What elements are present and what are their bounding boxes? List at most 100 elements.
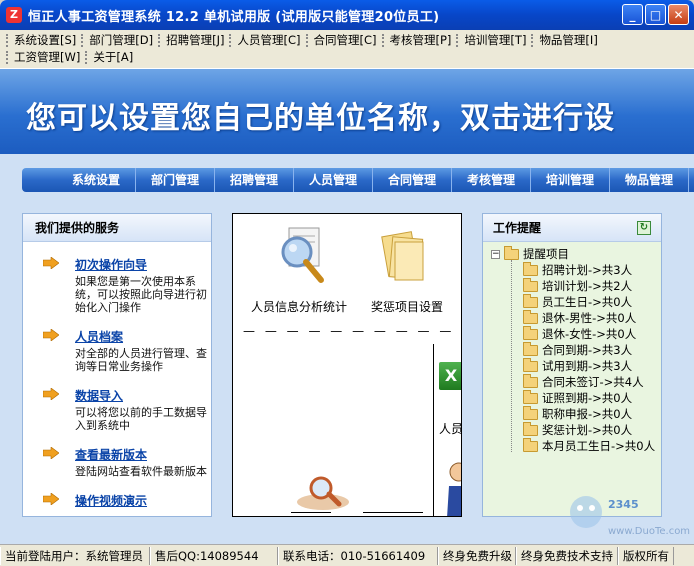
maximize-icon: □ <box>649 7 662 22</box>
service-item: 操作视频演示 <box>43 492 211 509</box>
nav-tab[interactable]: 部门管理 <box>136 168 215 192</box>
menu-item[interactable]: 物品管理[I] <box>531 34 602 47</box>
folder-icon <box>523 373 538 388</box>
menu-item[interactable]: 部门管理[D] <box>81 34 158 47</box>
tree-root-node[interactable]: − 提醒项目 <box>491 245 569 262</box>
maximize-button[interactable]: □ <box>645 4 666 25</box>
nav-tab[interactable]: 物品管理 <box>610 168 689 192</box>
service-link[interactable]: 人员档案 <box>75 328 211 345</box>
arrow-right-icon <box>43 257 59 269</box>
excel-icon[interactable]: X <box>439 362 461 390</box>
watermark-logo: 2345 www.DuoTe.com <box>556 486 694 544</box>
unit-name-banner[interactable]: 您可以设置您自己的单位名称，双击进行设 <box>0 68 694 154</box>
status-support: 终身免费技术支持 <box>516 546 618 565</box>
reminder-label: 本月员工生日->共0人 <box>542 439 656 453</box>
reminder-item[interactable]: 退休-男性->共0人 <box>523 309 655 326</box>
service-item: 初次操作向导如果您是第一次使用本系统，可以按照此向导进行初始化入门操作 <box>43 256 211 314</box>
folder-icon <box>523 277 538 292</box>
folder-icon <box>523 405 538 420</box>
nav-tab[interactable]: 培训管理 <box>531 168 610 192</box>
reminder-item[interactable]: 证照到期->共0人 <box>523 389 655 406</box>
module-nav-bar: 系统设置 部门管理 招聘管理 人员管理 合同管理 考核管理 培训管理 物品管理 <box>22 168 694 192</box>
person-partial-label[interactable]: 人员 <box>439 420 461 437</box>
folder-icon <box>523 309 538 324</box>
nav-tab[interactable]: 合同管理 <box>373 168 452 192</box>
reminder-item[interactable]: 合同未签订->共4人 <box>523 373 655 390</box>
app-icon: Z <box>6 7 22 23</box>
service-item: 数据导入可以将您以前的手工数据导入到系统中 <box>43 387 211 432</box>
status-copyright: 版权所有 <box>618 546 674 565</box>
reminder-label: 退休-男性->共0人 <box>542 311 637 325</box>
reward-punish-icon[interactable] <box>373 230 433 286</box>
reminder-label: 奖惩计划->共0人 <box>542 423 633 437</box>
reminder-label: 员工生日->共0人 <box>542 295 633 309</box>
services-list: 初次操作向导如果您是第一次使用本系统，可以按照此向导进行初始化入门操作人员档案对… <box>23 256 211 509</box>
service-item: 人员档案 对全部的人员进行管理、查询等日常业务操作 <box>43 328 211 373</box>
menu-item[interactable]: 考核管理[P] <box>381 34 457 47</box>
folder-icon <box>523 293 538 308</box>
service-link[interactable]: 数据导入 <box>75 387 211 404</box>
work-reminder-title-text: 工作提醒 <box>493 221 542 235</box>
reminder-item[interactable]: 试用到期->共3人 <box>523 357 655 374</box>
menu-item[interactable]: 招聘管理[J] <box>158 34 229 47</box>
work-reminder-panel: 工作提醒 ↻ − 提醒项目 招聘计划->共3人 培训计划->共2人 员工生日->共0… <box>482 213 662 517</box>
reminder-item[interactable]: 员工生日->共0人 <box>523 293 655 310</box>
menu-row-2: 工资管理[W] 关于[A] <box>6 49 694 66</box>
statistics-icon[interactable] <box>275 226 331 288</box>
reminder-item[interactable]: 培训计划->共2人 <box>523 277 655 294</box>
close-icon: ✕ <box>673 7 684 22</box>
nav-tab[interactable]: 人员管理 <box>294 168 373 192</box>
title-bar[interactable]: Z 恒正人事工资管理系统 12.2 单机试用版 (试用版只能管理20位员工) _… <box>0 0 694 30</box>
menu-item[interactable]: 工资管理[W] <box>6 51 85 64</box>
reminder-item[interactable]: 合同到期->共3人 <box>523 341 655 358</box>
nav-tab[interactable]: 招聘管理 <box>215 168 294 192</box>
menu-row-1: 系统设置[S] 部门管理[D] 招聘管理[J] 人员管理[C] 合同管理[C] 考核管理[… <box>6 32 694 49</box>
reminder-label: 招聘计划->共3人 <box>542 263 633 277</box>
folder-icon <box>523 357 538 372</box>
nav-tab[interactable]: 考核管理 <box>452 168 531 192</box>
services-panel: 我们提供的服务 初次操作向导如果您是第一次使用本系统，可以按照此向导进行初始化入… <box>22 213 212 517</box>
reminder-item[interactable]: 退休-女性->共0人 <box>523 325 655 342</box>
refresh-icon[interactable]: ↻ <box>637 221 651 235</box>
service-description: 如果您是第一次使用本系统，可以按照此向导进行初始化入门操作 <box>75 275 207 314</box>
function-panel: 人员信息分析统计 奖惩项目设置 — — — — — — — — — — X 人员 <box>232 213 462 517</box>
collapse-icon[interactable]: − <box>491 249 500 259</box>
service-item: 查看最新版本 登陆网站查看软件最新版本 <box>43 446 211 478</box>
reminder-label: 培训计划->共2人 <box>542 279 633 293</box>
service-description: 可以将您以前的手工数据导入到系统中 <box>75 406 207 432</box>
statistics-label[interactable]: 人员信息分析统计 <box>251 298 347 315</box>
minimize-button[interactable]: _ <box>622 4 643 25</box>
service-link[interactable]: 查看最新版本 <box>75 446 211 463</box>
service-link[interactable]: 初次操作向导 <box>75 256 211 273</box>
menu-item[interactable]: 关于[A] <box>85 51 138 64</box>
svg-text:2345: 2345 <box>608 498 639 511</box>
status-upgrade: 终身免费升级 <box>438 546 516 565</box>
status-qq: 售后QQ:14089544 <box>150 546 278 565</box>
minimize-icon: _ <box>629 7 636 22</box>
close-button[interactable]: ✕ <box>668 4 689 25</box>
nav-tab[interactable]: 系统设置 <box>57 168 136 192</box>
reminder-item[interactable]: 招聘计划->共3人 <box>523 261 655 278</box>
reminder-label: 证照到期->共0人 <box>542 391 633 405</box>
status-user: 当前登陆用户：系统管理员 <box>0 546 150 565</box>
reminder-item[interactable]: 本月员工生日->共0人 <box>523 437 656 454</box>
service-link[interactable]: 操作视频演示 <box>75 492 211 509</box>
separator-dashes: — — — — — — — — — — <box>243 324 455 338</box>
folder-icon <box>504 245 519 260</box>
menu-item[interactable]: 人员管理[C] <box>229 34 305 47</box>
reminder-item[interactable]: 职称申报->共0人 <box>523 405 655 422</box>
reminder-item[interactable]: 奖惩计划->共0人 <box>523 421 655 438</box>
folder-icon <box>523 261 538 276</box>
search-icon[interactable] <box>295 472 351 512</box>
menu-item[interactable]: 合同管理[C] <box>305 34 382 47</box>
person-icon[interactable] <box>447 460 461 516</box>
menu-item[interactable]: 系统设置[S] <box>6 34 81 47</box>
status-phone: 联系电话：010-51661409 <box>278 546 438 565</box>
reward-punish-label[interactable]: 奖惩项目设置 <box>371 298 443 315</box>
menu-item[interactable]: 培训管理[T] <box>456 34 531 47</box>
window-title: 恒正人事工资管理系统 12.2 单机试用版 (试用版只能管理20位员工) <box>28 9 440 25</box>
window-controls: _ □ ✕ <box>622 4 689 25</box>
services-panel-title: 我们提供的服务 <box>23 214 211 242</box>
folder-icon <box>523 341 538 356</box>
menu-bar: 系统设置[S] 部门管理[D] 招聘管理[J] 人员管理[C] 合同管理[C] 考核管理[… <box>0 30 694 68</box>
